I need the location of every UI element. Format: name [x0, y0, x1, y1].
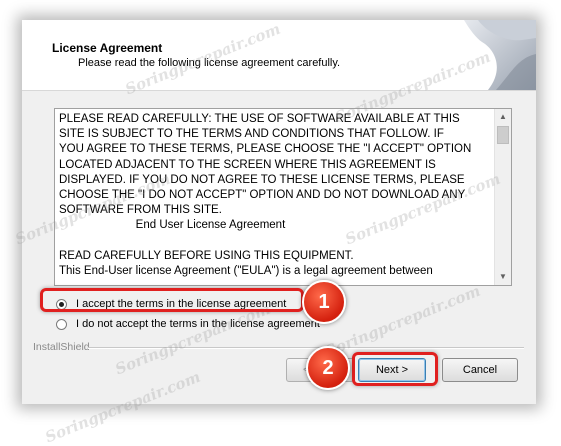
step-2-badge: 2 — [306, 346, 350, 390]
installer-dialog: License Agreement Please read the follow… — [22, 20, 536, 404]
cancel-button[interactable]: Cancel — [442, 358, 518, 382]
scroll-up-icon[interactable]: ▲ — [495, 109, 511, 125]
vertical-scrollbar[interactable]: ▲ ▼ — [494, 109, 511, 285]
page-curl-graphic — [464, 20, 536, 90]
footer-divider — [88, 347, 524, 349]
scroll-down-icon[interactable]: ▼ — [495, 269, 511, 285]
decline-radio-button[interactable] — [56, 319, 67, 330]
page-title: License Agreement — [52, 41, 163, 55]
license-text: PLEASE READ CAREFULLY: THE USE OF SOFTWA… — [59, 113, 472, 278]
scroll-thumb[interactable] — [497, 126, 509, 144]
decline-radio-label[interactable]: I do not accept the terms in the license… — [76, 318, 320, 330]
dialog-header: License Agreement Please read the follow… — [22, 20, 536, 91]
next-button-highlight — [352, 352, 438, 386]
license-text-box[interactable]: PLEASE READ CAREFULLY: THE USE OF SOFTWA… — [54, 108, 512, 286]
accept-option-highlight — [40, 288, 304, 312]
step-1-badge: 1 — [302, 280, 346, 324]
page-subtitle: Please read the following license agreem… — [78, 57, 341, 69]
installshield-brand: InstallShield — [33, 341, 90, 353]
